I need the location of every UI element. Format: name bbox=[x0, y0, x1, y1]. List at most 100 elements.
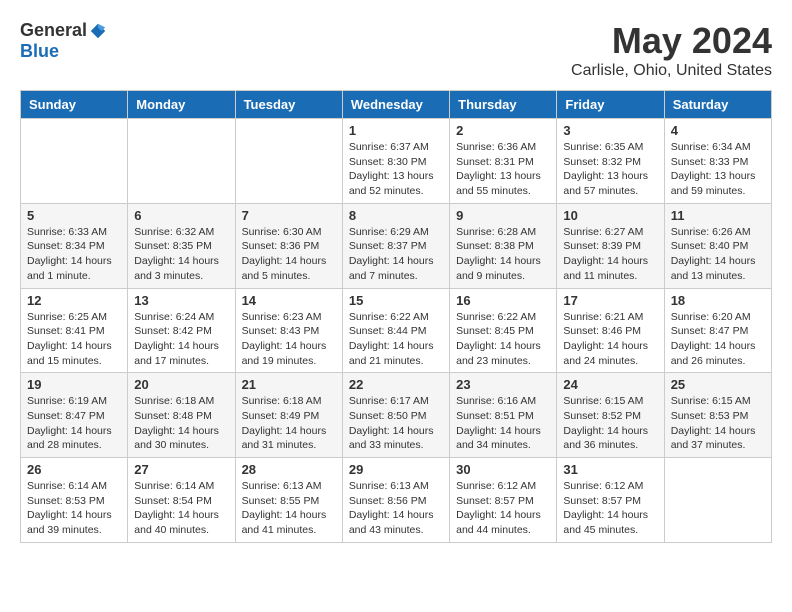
month-title: May 2024 bbox=[571, 20, 772, 62]
calendar-cell: 31Sunrise: 6:12 AM Sunset: 8:57 PM Dayli… bbox=[557, 458, 664, 543]
day-info: Sunrise: 6:12 AM Sunset: 8:57 PM Dayligh… bbox=[456, 479, 550, 538]
day-info: Sunrise: 6:14 AM Sunset: 8:53 PM Dayligh… bbox=[27, 479, 121, 538]
day-info: Sunrise: 6:17 AM Sunset: 8:50 PM Dayligh… bbox=[349, 394, 443, 453]
calendar-cell: 2Sunrise: 6:36 AM Sunset: 8:31 PM Daylig… bbox=[450, 119, 557, 204]
day-number: 20 bbox=[134, 377, 228, 392]
calendar-cell: 7 Sunrise: 6:30 AM Sunset: 8:36 PM Daylig… bbox=[235, 203, 342, 288]
calendar-header-wednesday: Wednesday bbox=[342, 91, 449, 119]
calendar: SundayMondayTuesdayWednesdayThursdayFrid… bbox=[20, 90, 772, 543]
calendar-cell: 1 Sunrise: 6:37 AM Sunset: 8:30 PM Daylig… bbox=[342, 119, 449, 204]
day-number: 16 bbox=[456, 293, 550, 308]
calendar-cell: 21 Sunrise: 6:18 AM Sunset: 8:49 PM Dayli… bbox=[235, 373, 342, 458]
logo-blue-text: Blue bbox=[20, 41, 59, 62]
calendar-cell: 15 Sunrise: 6:22 AM Sunset: 8:44 PM Dayli… bbox=[342, 288, 449, 373]
day-number: 6 bbox=[134, 208, 228, 223]
day-number: 31 bbox=[563, 462, 657, 477]
calendar-cell: 20 Sunrise: 6:18 AM Sunset: 8:48 PM Dayli… bbox=[128, 373, 235, 458]
day-info: Sunrise: 6:23 AM Sunset: 8:43 PM Dayligh… bbox=[242, 310, 336, 369]
calendar-cell: 11Sunrise: 6:26 AM Sunset: 8:40 PM Dayli… bbox=[664, 203, 771, 288]
day-number: 15 bbox=[349, 293, 443, 308]
calendar-cell: 4 Sunrise: 6:34 AM Sunset: 8:33 PM Daylig… bbox=[664, 119, 771, 204]
day-number: 27 bbox=[134, 462, 228, 477]
day-info: Sunrise: 6:15 AM Sunset: 8:53 PM Dayligh… bbox=[671, 394, 765, 453]
day-info: Sunrise: 6:14 AM Sunset: 8:54 PM Dayligh… bbox=[134, 479, 228, 538]
calendar-cell: 30 Sunrise: 6:12 AM Sunset: 8:57 PM Dayli… bbox=[450, 458, 557, 543]
location: Carlisle, Ohio, United States bbox=[571, 62, 772, 80]
calendar-week-row: 5Sunrise: 6:33 AM Sunset: 8:34 PM Daylig… bbox=[21, 203, 772, 288]
calendar-cell: 26 Sunrise: 6:14 AM Sunset: 8:53 PM Dayli… bbox=[21, 458, 128, 543]
calendar-week-row: 1 Sunrise: 6:37 AM Sunset: 8:30 PM Daylig… bbox=[21, 119, 772, 204]
calendar-cell: 6Sunrise: 6:32 AM Sunset: 8:35 PM Daylig… bbox=[128, 203, 235, 288]
calendar-header-saturday: Saturday bbox=[664, 91, 771, 119]
day-number: 3 bbox=[563, 123, 657, 138]
day-info: Sunrise: 6:16 AM Sunset: 8:51 PM Dayligh… bbox=[456, 394, 550, 453]
calendar-cell bbox=[235, 119, 342, 204]
day-info: Sunrise: 6:21 AM Sunset: 8:46 PM Dayligh… bbox=[563, 310, 657, 369]
calendar-cell bbox=[664, 458, 771, 543]
day-number: 22 bbox=[349, 377, 443, 392]
calendar-cell: 9Sunrise: 6:28 AM Sunset: 8:38 PM Daylig… bbox=[450, 203, 557, 288]
day-number: 26 bbox=[27, 462, 121, 477]
calendar-week-row: 19 Sunrise: 6:19 AM Sunset: 8:47 PM Dayli… bbox=[21, 373, 772, 458]
day-info: Sunrise: 6:20 AM Sunset: 8:47 PM Dayligh… bbox=[671, 310, 765, 369]
day-info: Sunrise: 6:29 AM Sunset: 8:37 PM Dayligh… bbox=[349, 225, 443, 284]
day-number: 1 bbox=[349, 123, 443, 138]
day-number: 30 bbox=[456, 462, 550, 477]
day-info: Sunrise: 6:15 AM Sunset: 8:52 PM Dayligh… bbox=[563, 394, 657, 453]
day-number: 7 bbox=[242, 208, 336, 223]
calendar-week-row: 12 Sunrise: 6:25 AM Sunset: 8:41 PM Dayli… bbox=[21, 288, 772, 373]
calendar-cell: 22 Sunrise: 6:17 AM Sunset: 8:50 PM Dayli… bbox=[342, 373, 449, 458]
day-number: 8 bbox=[349, 208, 443, 223]
day-info: Sunrise: 6:18 AM Sunset: 8:48 PM Dayligh… bbox=[134, 394, 228, 453]
day-info: Sunrise: 6:22 AM Sunset: 8:44 PM Dayligh… bbox=[349, 310, 443, 369]
day-info: Sunrise: 6:24 AM Sunset: 8:42 PM Dayligh… bbox=[134, 310, 228, 369]
day-info: Sunrise: 6:22 AM Sunset: 8:45 PM Dayligh… bbox=[456, 310, 550, 369]
day-number: 25 bbox=[671, 377, 765, 392]
day-info: Sunrise: 6:25 AM Sunset: 8:41 PM Dayligh… bbox=[27, 310, 121, 369]
day-number: 28 bbox=[242, 462, 336, 477]
calendar-cell: 16 Sunrise: 6:22 AM Sunset: 8:45 PM Dayli… bbox=[450, 288, 557, 373]
calendar-header-thursday: Thursday bbox=[450, 91, 557, 119]
day-number: 5 bbox=[27, 208, 121, 223]
day-info: Sunrise: 6:13 AM Sunset: 8:55 PM Dayligh… bbox=[242, 479, 336, 538]
day-number: 21 bbox=[242, 377, 336, 392]
calendar-cell: 3 Sunrise: 6:35 AM Sunset: 8:32 PM Daylig… bbox=[557, 119, 664, 204]
calendar-cell bbox=[21, 119, 128, 204]
day-number: 13 bbox=[134, 293, 228, 308]
calendar-cell: 12 Sunrise: 6:25 AM Sunset: 8:41 PM Dayli… bbox=[21, 288, 128, 373]
day-number: 4 bbox=[671, 123, 765, 138]
calendar-cell: 18 Sunrise: 6:20 AM Sunset: 8:47 PM Dayli… bbox=[664, 288, 771, 373]
day-number: 24 bbox=[563, 377, 657, 392]
day-info: Sunrise: 6:36 AM Sunset: 8:31 PM Dayligh… bbox=[456, 140, 550, 199]
day-info: Sunrise: 6:35 AM Sunset: 8:32 PM Dayligh… bbox=[563, 140, 657, 199]
day-info: Sunrise: 6:26 AM Sunset: 8:40 PM Dayligh… bbox=[671, 225, 765, 284]
day-number: 12 bbox=[27, 293, 121, 308]
calendar-cell: 17 Sunrise: 6:21 AM Sunset: 8:46 PM Dayli… bbox=[557, 288, 664, 373]
calendar-cell: 23 Sunrise: 6:16 AM Sunset: 8:51 PM Dayli… bbox=[450, 373, 557, 458]
day-info: Sunrise: 6:37 AM Sunset: 8:30 PM Dayligh… bbox=[349, 140, 443, 199]
calendar-cell: 19 Sunrise: 6:19 AM Sunset: 8:47 PM Dayli… bbox=[21, 373, 128, 458]
day-info: Sunrise: 6:28 AM Sunset: 8:38 PM Dayligh… bbox=[456, 225, 550, 284]
day-number: 18 bbox=[671, 293, 765, 308]
title-area: May 2024 Carlisle, Ohio, United States bbox=[571, 20, 772, 80]
calendar-cell: 8 Sunrise: 6:29 AM Sunset: 8:37 PM Daylig… bbox=[342, 203, 449, 288]
day-number: 19 bbox=[27, 377, 121, 392]
day-number: 17 bbox=[563, 293, 657, 308]
calendar-cell: 24 Sunrise: 6:15 AM Sunset: 8:52 PM Dayli… bbox=[557, 373, 664, 458]
logo-general-text: General bbox=[20, 20, 87, 41]
calendar-cell: 13 Sunrise: 6:24 AM Sunset: 8:42 PM Dayli… bbox=[128, 288, 235, 373]
day-info: Sunrise: 6:30 AM Sunset: 8:36 PM Dayligh… bbox=[242, 225, 336, 284]
day-info: Sunrise: 6:13 AM Sunset: 8:56 PM Dayligh… bbox=[349, 479, 443, 538]
calendar-cell: 27 Sunrise: 6:14 AM Sunset: 8:54 PM Dayli… bbox=[128, 458, 235, 543]
day-info: Sunrise: 6:18 AM Sunset: 8:49 PM Dayligh… bbox=[242, 394, 336, 453]
logo-icon bbox=[89, 22, 107, 40]
calendar-cell: 14Sunrise: 6:23 AM Sunset: 8:43 PM Dayli… bbox=[235, 288, 342, 373]
logo: General Blue bbox=[20, 20, 107, 62]
day-info: Sunrise: 6:34 AM Sunset: 8:33 PM Dayligh… bbox=[671, 140, 765, 199]
day-number: 29 bbox=[349, 462, 443, 477]
day-number: 23 bbox=[456, 377, 550, 392]
calendar-header-monday: Monday bbox=[128, 91, 235, 119]
day-info: Sunrise: 6:19 AM Sunset: 8:47 PM Dayligh… bbox=[27, 394, 121, 453]
calendar-header-friday: Friday bbox=[557, 91, 664, 119]
day-info: Sunrise: 6:27 AM Sunset: 8:39 PM Dayligh… bbox=[563, 225, 657, 284]
